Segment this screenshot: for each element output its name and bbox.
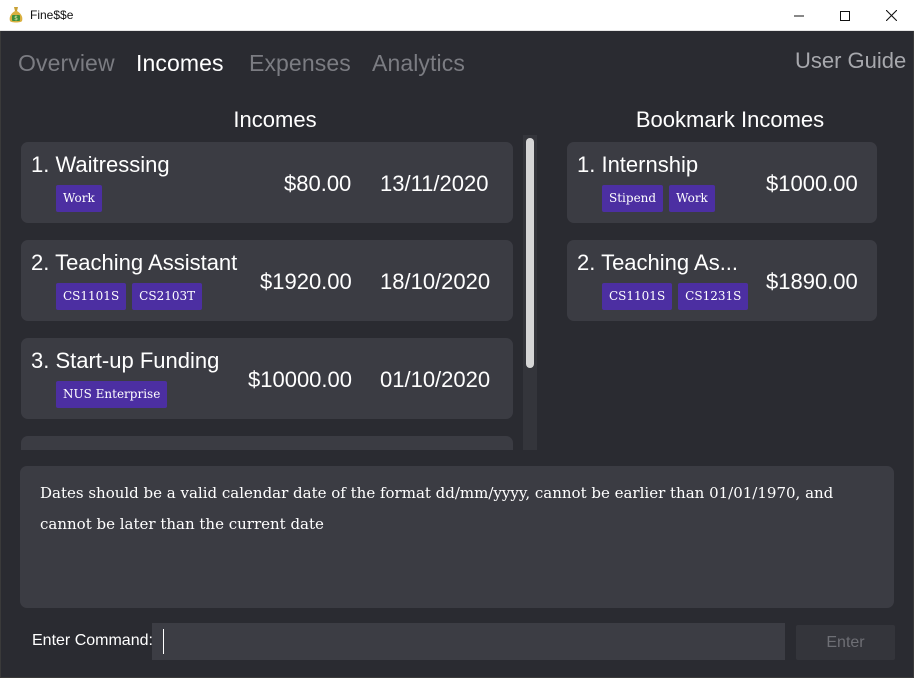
command-input[interactable] [152,623,785,660]
tab-analytics[interactable]: Analytics [372,50,465,77]
bookmark-card[interactable]: 1. Internship Stipend Work $1000.00 [567,142,877,223]
income-date: 18/10/2020 [380,269,491,294]
result-display: Dates should be a valid calendar date of… [20,466,894,608]
income-card[interactable]: 3. Start-up Funding NUS Enterprise $1000… [21,338,513,419]
maximize-button[interactable] [822,0,868,31]
income-title: 1. Waitressing [31,152,170,177]
maximize-icon [840,10,850,21]
command-label: Enter Command: [32,632,153,649]
tag-list: NUS Enterprise [56,381,168,408]
tab-incomes[interactable]: Incomes [136,50,224,77]
text-caret [163,629,164,654]
minimize-button[interactable] [776,0,822,31]
income-amount: $80.00 [284,171,352,196]
tab-expenses[interactable]: Expenses [249,50,351,77]
bookmark-title: 2. Teaching As... [577,250,739,275]
tag-list: Work [56,185,102,212]
window-titlebar: $ Fine$$e [0,0,914,31]
money-bag-icon: $ [9,7,23,23]
svg-text:$: $ [14,15,18,22]
result-message: Dates should be a valid calendar date of… [40,484,834,533]
income-card[interactable]: 1. Waitressing Work $80.00 13/11/2020 [21,142,513,223]
bookmark-title: 1. Internship [577,152,699,177]
bookmark-panel-title: Bookmark Incomes [635,107,825,132]
income-date: 01/10/2020 [380,367,491,392]
close-button[interactable] [868,0,914,31]
tag: CS1231S [678,283,749,310]
tag-list: CS1101S CS2103T [56,283,203,310]
bookmark-amount: $1000.00 [766,171,858,196]
income-card-partial[interactable] [21,436,513,450]
income-title: 3. Start-up Funding [31,348,220,373]
income-list[interactable]: 1. Waitressing Work $80.00 13/11/2020 2.… [20,140,516,450]
scrollbar-thumb[interactable] [526,138,534,368]
tag-list: Stipend Work [602,185,715,212]
enter-button[interactable]: Enter [796,625,895,660]
tag: Work [56,185,102,212]
minimize-icon [794,15,804,16]
income-date: 13/11/2020 [380,171,489,196]
tag: Stipend [602,185,664,212]
bookmark-card[interactable]: 2. Teaching As... CS1101S CS1231S $1890.… [567,240,877,321]
income-amount: $1920.00 [260,269,352,294]
income-amount: $10000.00 [248,367,352,392]
tab-overview[interactable]: Overview [18,50,115,77]
tag: CS1101S [56,283,127,310]
user-guide-link[interactable]: User Guide [795,48,906,74]
income-card[interactable]: 2. Teaching Assistant CS1101S CS2103T $1… [21,240,513,321]
bookmark-amount: $1890.00 [766,269,858,294]
window-title: Fine$$e [30,8,74,22]
tag-list: CS1101S CS1231S [602,283,749,310]
close-icon [885,10,897,21]
tag: CS2103T [132,283,203,310]
income-title: 2. Teaching Assistant [31,250,238,275]
tag: NUS Enterprise [56,381,168,408]
tag: Work [669,185,715,212]
incomes-panel-title: Incomes [233,107,317,132]
tag: CS1101S [602,283,673,310]
